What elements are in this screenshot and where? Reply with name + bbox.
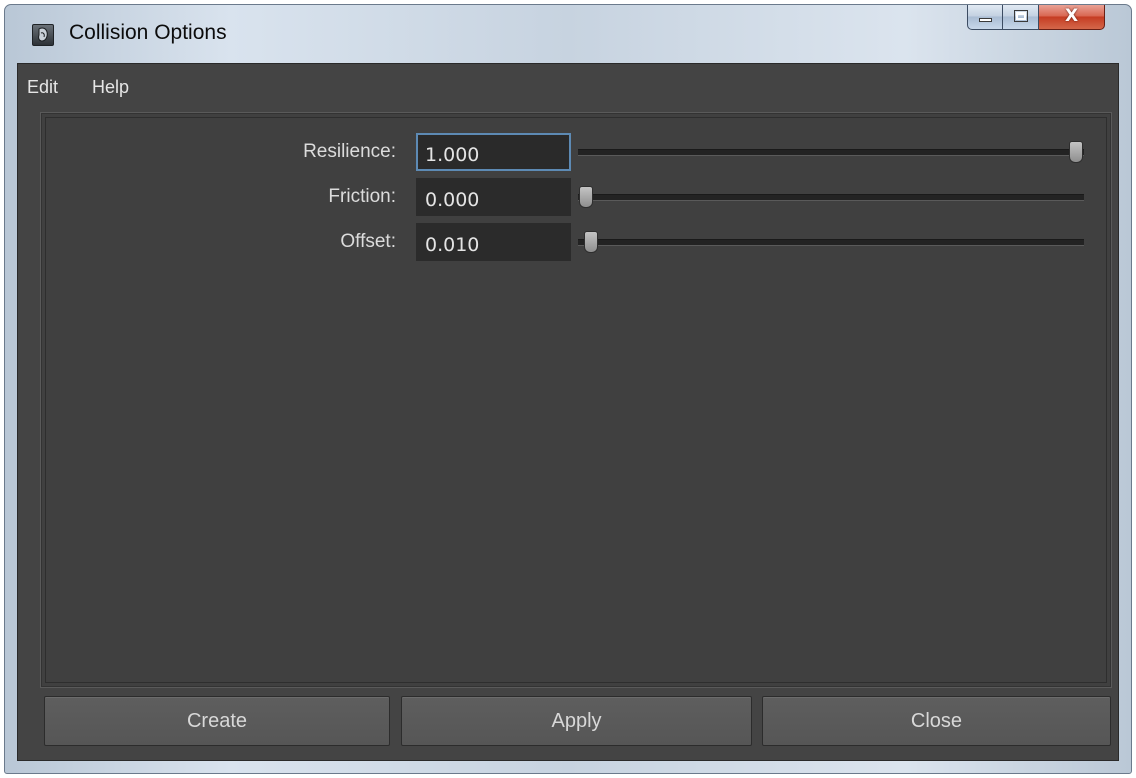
apply-button[interactable]: Apply — [401, 696, 752, 746]
friction-field[interactable]: 0.000 — [416, 178, 571, 216]
resilience-row: Resilience: 1.000 — [46, 133, 1106, 171]
collision-options-window: Collision Options X Edit Help Resilience… — [4, 4, 1132, 774]
friction-slider[interactable] — [578, 186, 1084, 208]
offset-row: Offset: 0.010 — [46, 223, 1106, 261]
offset-slider-handle[interactable] — [583, 231, 598, 253]
menu-bar: Edit Help — [18, 64, 1118, 106]
resilience-slider[interactable] — [578, 141, 1084, 163]
resilience-field[interactable]: 1.000 — [416, 133, 571, 171]
caption-buttons: X — [967, 5, 1105, 32]
maya-app-icon[interactable] — [32, 24, 54, 46]
maximize-icon — [1014, 10, 1028, 22]
minimize-icon — [979, 18, 992, 22]
create-button[interactable]: Create — [44, 696, 390, 746]
close-button[interactable]: Close — [762, 696, 1111, 746]
close-window-button[interactable]: X — [1039, 5, 1105, 30]
menu-edit[interactable]: Edit — [27, 77, 58, 98]
friction-slider-handle[interactable] — [579, 186, 593, 208]
resilience-slider-handle[interactable] — [1069, 141, 1083, 163]
title-bar[interactable]: Collision Options X — [5, 5, 1131, 63]
options-panel: Resilience: 1.000 Friction: 0.000 Offset… — [40, 112, 1112, 688]
resilience-label: Resilience: — [303, 141, 396, 162]
dialog-button-bar: Create Apply Close — [18, 686, 1118, 760]
minimize-button[interactable] — [967, 5, 1003, 30]
friction-label: Friction: — [328, 186, 396, 207]
friction-row: Friction: 0.000 — [46, 178, 1106, 216]
maximize-button[interactable] — [1003, 5, 1039, 30]
offset-label: Offset: — [340, 231, 396, 252]
offset-slider[interactable] — [578, 231, 1084, 253]
offset-field[interactable]: 0.010 — [416, 223, 571, 261]
options-frame: Resilience: 1.000 Friction: 0.000 Offset… — [45, 117, 1107, 683]
dialog-body: Edit Help Resilience: 1.000 Friction: 0.… — [17, 63, 1119, 761]
close-icon: X — [1064, 6, 1079, 26]
window-title: Collision Options — [69, 21, 227, 44]
menu-help[interactable]: Help — [92, 77, 129, 98]
